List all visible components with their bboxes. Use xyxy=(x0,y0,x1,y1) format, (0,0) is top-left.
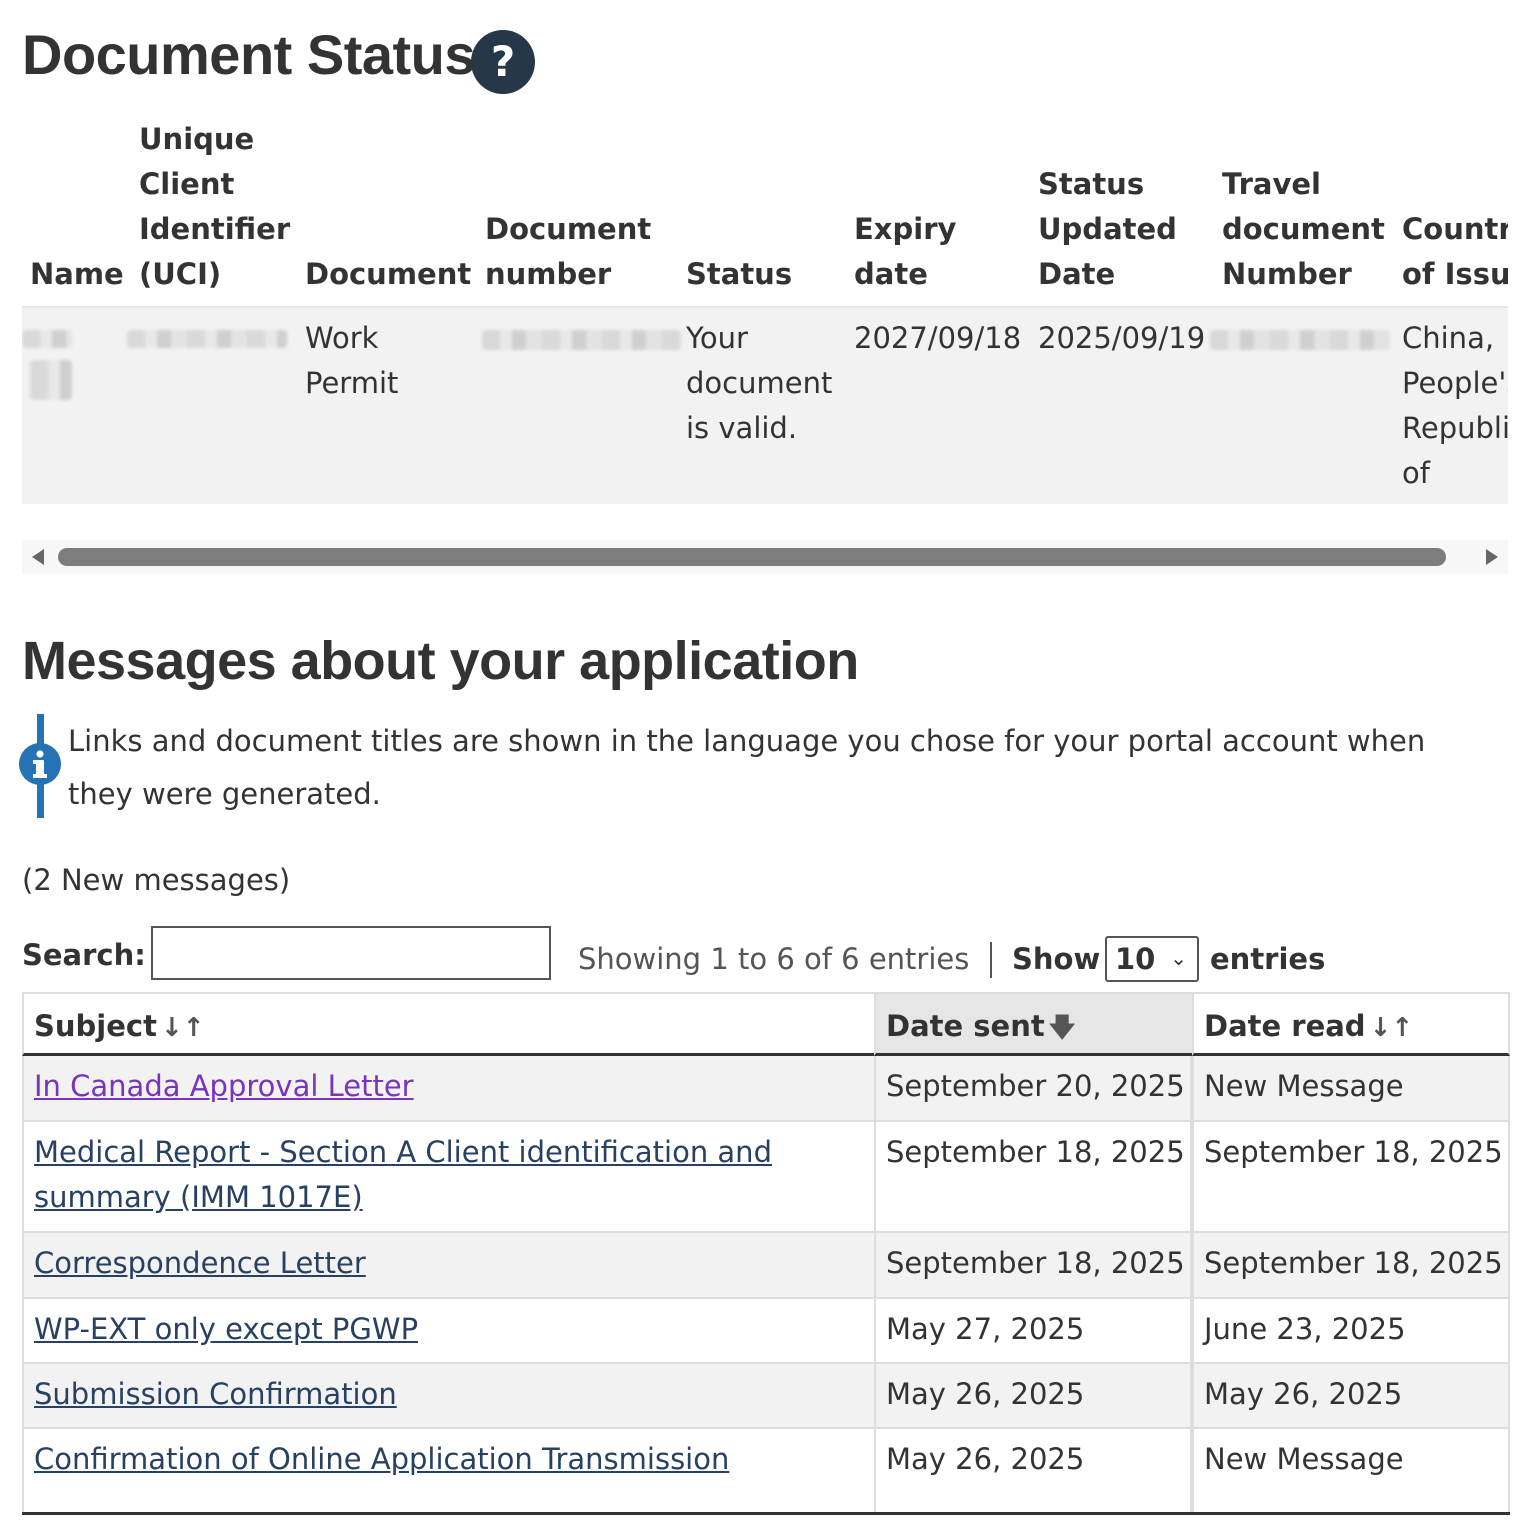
date-read: New Message xyxy=(1204,1442,1404,1476)
col-uci-header: Unique xyxy=(139,122,255,156)
scroll-left-icon[interactable] xyxy=(32,549,44,565)
col-name-header: Name xyxy=(30,257,124,291)
sort-icon: ↓↑ xyxy=(1369,1013,1414,1043)
date-sent: May 26, 2025 xyxy=(886,1442,1085,1476)
entries-label: entries xyxy=(1210,942,1326,976)
show-label: Show xyxy=(1012,942,1101,976)
redacted-uci xyxy=(127,330,287,348)
date-sent: September 18, 2025 xyxy=(886,1246,1185,1280)
scrollbar-thumb[interactable] xyxy=(58,548,1446,566)
scroll-right-icon[interactable] xyxy=(1486,549,1498,565)
message-link[interactable]: In Canada Approval Letter xyxy=(34,1069,414,1103)
info-message: Links and document titles are shown in t… xyxy=(68,724,1426,811)
sort-icon: ↓↑ xyxy=(160,1013,205,1043)
date-sent: May 27, 2025 xyxy=(886,1312,1085,1346)
table-row: Submission Confirmation May 26, 2025 May… xyxy=(22,1364,1510,1429)
date-read: September 18, 2025 xyxy=(1204,1135,1503,1169)
info-circle-icon xyxy=(19,743,61,785)
table-row: In Canada Approval Letter September 20, … xyxy=(22,1056,1510,1122)
table-row: Correspondence Letter September 18, 2025… xyxy=(22,1233,1510,1299)
page-size-value: 10 xyxy=(1115,942,1156,976)
search-input[interactable] xyxy=(151,926,551,980)
expiry-date-value: 2027/09/18 xyxy=(854,321,1022,355)
separator xyxy=(990,942,992,978)
date-sent: September 20, 2025 xyxy=(886,1069,1185,1103)
message-link[interactable]: Correspondence Letter xyxy=(34,1246,366,1280)
status-updated-value: 2025/09/19 xyxy=(1038,321,1206,355)
new-messages-count: (2 New messages) xyxy=(22,863,291,897)
country-of-issue-value: China, xyxy=(1402,321,1495,355)
document-status-table: Name Unique Client Identifier (UCI) Docu… xyxy=(22,110,1508,575)
redacted-document-number xyxy=(482,330,682,350)
message-link[interactable]: Medical Report - Section A Client identi… xyxy=(34,1135,772,1214)
date-sent-header[interactable]: Date sent 🡇 xyxy=(874,992,1192,1056)
col-document-header: Document xyxy=(305,257,472,291)
document-type: Work xyxy=(305,321,379,355)
entries-info: Showing 1 to 6 of 6 entries xyxy=(578,942,970,976)
table-row: Medical Report - Section A Client identi… xyxy=(22,1122,1510,1233)
col-country-header: Country xyxy=(1402,212,1508,246)
message-link[interactable]: Confirmation of Online Application Trans… xyxy=(34,1442,729,1476)
document-status-title: Document Status xyxy=(22,23,476,86)
date-sent: May 26, 2025 xyxy=(886,1377,1085,1411)
chevron-down-icon: ⌄ xyxy=(1170,946,1187,970)
table-row: Confirmation of Online Application Trans… xyxy=(22,1429,1510,1515)
document-status-value: Your xyxy=(686,321,748,355)
subject-header[interactable]: Subject ↓↑ xyxy=(22,992,876,1056)
date-read-header[interactable]: Date read ↓↑ xyxy=(1192,992,1510,1056)
page-size-select[interactable]: 10 ⌄ xyxy=(1105,936,1199,982)
date-read: May 26, 2025 xyxy=(1204,1377,1403,1411)
messages-title: Messages about your application xyxy=(22,631,859,691)
col-status-header: Status xyxy=(686,257,793,291)
redacted-travel-document-number xyxy=(1210,330,1390,350)
svg-text:?: ? xyxy=(491,37,515,86)
message-link[interactable]: Submission Confirmation xyxy=(34,1377,397,1411)
sort-descending-icon: 🡇 xyxy=(1048,1013,1076,1043)
date-sent: September 18, 2025 xyxy=(886,1135,1185,1169)
search-label: Search: xyxy=(22,938,146,972)
redacted-name xyxy=(22,330,72,348)
date-read: New Message xyxy=(1204,1069,1404,1103)
col-travel-doc-header: Travel xyxy=(1222,167,1321,201)
col-expiry-header: Expiry xyxy=(854,212,957,246)
horizontal-scrollbar[interactable] xyxy=(22,540,1508,574)
question-circle-icon[interactable]: ? xyxy=(471,30,535,94)
col-status-updated-header: Status xyxy=(1038,167,1145,201)
table-row: WP-EXT only except PGWP May 27, 2025 Jun… xyxy=(22,1299,1510,1364)
col-document-number-header: Document xyxy=(485,212,652,246)
message-link[interactable]: WP-EXT only except PGWP xyxy=(34,1312,418,1346)
date-read: September 18, 2025 xyxy=(1204,1246,1503,1280)
date-read: June 23, 2025 xyxy=(1204,1312,1406,1346)
